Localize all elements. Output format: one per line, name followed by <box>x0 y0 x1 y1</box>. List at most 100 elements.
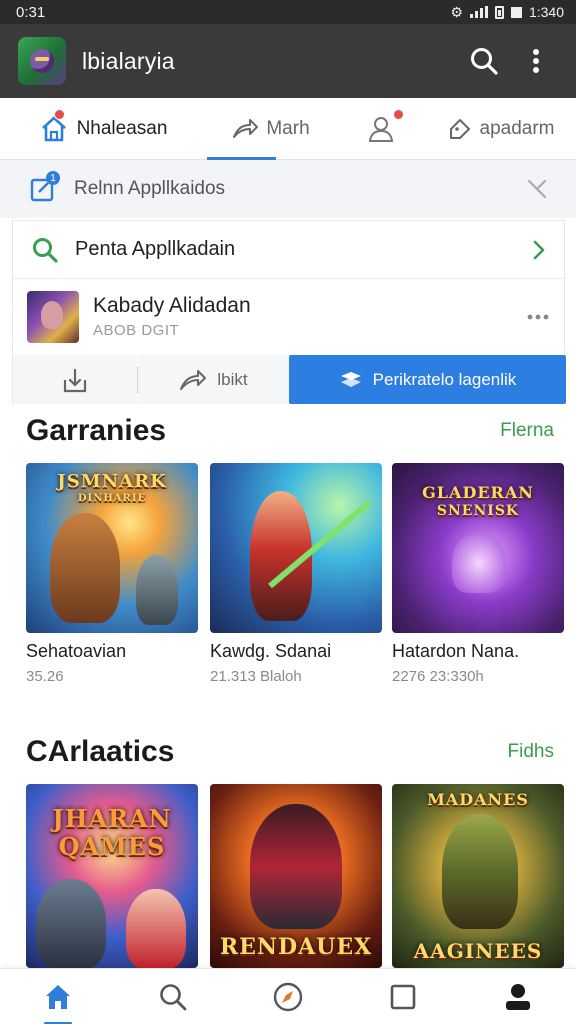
tab-tags-label: apadarm <box>479 117 555 139</box>
game-logo-icon[interactable] <box>18 37 66 85</box>
tile-character <box>250 804 342 929</box>
tab-share[interactable]: Marh <box>206 98 336 160</box>
tile-art-title: JSMNARK <box>57 471 167 492</box>
tab-home-label: Nhaleasan <box>76 117 168 139</box>
overflow-menu-button[interactable] <box>514 39 558 83</box>
home-icon <box>41 116 66 141</box>
download-button[interactable] <box>13 355 137 404</box>
search-apps-label: Penta Appllkadain <box>75 238 236 260</box>
tile-art-subtitle: DINHARIE <box>77 493 147 504</box>
game-subtitle: ABOB DGIT <box>93 322 180 339</box>
download-icon <box>63 368 87 392</box>
profile-icon <box>368 116 394 142</box>
status-indicators: ⚙ 1:340 <box>450 4 564 21</box>
tile-character <box>136 555 178 625</box>
notification-badge <box>393 108 404 120</box>
nav-search[interactable] <box>143 969 203 1024</box>
square-icon <box>390 984 416 1009</box>
app-bar: lbialaryia <box>0 24 576 98</box>
share-button-label: lbikt <box>217 369 248 389</box>
tile-art-title: RENDAUEX <box>219 934 373 960</box>
game-controller-icon <box>340 371 361 387</box>
tile-meta: 35.26 <box>26 668 64 685</box>
notification-icon <box>510 6 522 18</box>
tile-art-title: GLADERAN <box>422 483 534 502</box>
tile-name: Sehatoavian <box>26 641 127 661</box>
bottom-navigation <box>0 968 576 1024</box>
compass-icon <box>273 982 303 1011</box>
tile-character <box>50 513 120 623</box>
tile-character <box>442 814 518 929</box>
tile-character <box>36 879 106 968</box>
status-bar: 0:31 ⚙ 1:340 <box>0 0 576 24</box>
primary-action-label: Perikratelo lagenlik <box>372 369 517 389</box>
section-title: Garranies <box>26 414 167 447</box>
section-see-more-link[interactable]: Fidhs <box>508 741 554 763</box>
tab-tags[interactable]: apadarm <box>426 98 576 160</box>
section-title: CArlaatics <box>26 735 175 768</box>
edit-square-icon: 1 <box>28 171 60 204</box>
search-icon <box>159 983 187 1010</box>
tile-name: Kawdg. Sdanai <box>210 641 332 661</box>
game-name: Kabady Alidadan <box>93 294 251 317</box>
game-tile[interactable]: JSMNARK DINHARIE <box>26 463 198 633</box>
tile-character <box>126 889 186 968</box>
sync-icon: ⚙ <box>450 3 463 20</box>
signal-icon <box>469 6 488 18</box>
app-title: lbialaryia <box>82 47 175 74</box>
recent-badge: 1 <box>46 171 60 185</box>
game-thumbnail <box>27 290 79 343</box>
tile-art-subtitle: SNENISK <box>436 503 520 519</box>
search-button[interactable] <box>462 39 506 83</box>
tile-caption: Hatardon Nana. 2276 23:330h <box>392 641 568 685</box>
recent-apps-label: Relnn Appllkaidos <box>74 178 226 199</box>
search-icon <box>33 237 58 263</box>
profile-icon <box>506 983 531 1010</box>
search-icon <box>471 48 498 75</box>
nav-home[interactable] <box>28 969 88 1024</box>
tile-art-title: JHARAN <box>52 804 172 833</box>
share-button[interactable]: lbikt <box>138 355 289 404</box>
tile-caption: Kawdg. Sdanai 21.313 Blaloh <box>210 641 386 685</box>
more-horizontal-icon[interactable] <box>526 313 550 321</box>
tile-art-subtitle: QAMES <box>58 832 166 861</box>
tag-icon <box>449 118 470 139</box>
tile-caption: Sehatoavian 35.26 <box>26 641 202 685</box>
game-tile[interactable]: RENDAUEX <box>210 784 382 968</box>
nav-library[interactable] <box>373 969 433 1024</box>
home-icon <box>45 984 70 1009</box>
notification-badge <box>54 108 65 120</box>
status-clock: 1:340 <box>528 4 564 20</box>
primary-action-button[interactable]: Perikratelo lagenlik <box>289 355 566 404</box>
top-tabs: Nhaleasan Marh apadarm <box>0 98 576 160</box>
section-header: CArlaatics Fidhs <box>26 735 554 769</box>
tile-art-subtitle: AAGINEES <box>413 939 543 963</box>
tile-art-title: MADANES <box>427 790 529 809</box>
game-tile[interactable]: MADANES AAGINEES <box>392 784 564 968</box>
section-see-more-link[interactable]: Flerna <box>500 420 554 442</box>
tab-profile[interactable] <box>336 98 426 160</box>
nav-profile[interactable] <box>488 969 548 1024</box>
battery-icon <box>494 5 504 19</box>
game-tile[interactable]: GLADERAN SNENISK <box>392 463 564 633</box>
game-tile[interactable] <box>210 463 382 633</box>
recent-apps-row[interactable]: 1 Relnn Appllkaidos <box>0 160 576 218</box>
tab-home[interactable]: Nhaleasan <box>0 98 206 160</box>
section-header: Garranies Flerna <box>26 414 554 448</box>
game-row[interactable]: Kabady Alidadan ABOB DGIT <box>13 279 564 354</box>
tile-meta: 21.313 Blaloh <box>210 668 302 685</box>
tile-character <box>452 533 506 593</box>
share-icon <box>233 118 259 138</box>
app-card: Penta Appllkadain Kabady Alidadan ABOB D… <box>12 220 566 404</box>
nav-explore[interactable] <box>258 969 318 1024</box>
close-icon[interactable] <box>526 178 548 200</box>
search-apps-row[interactable]: Penta Appllkadain <box>13 221 564 279</box>
card-actions: lbikt Perikratelo lagenlik <box>13 355 566 404</box>
tab-share-label: Marh <box>266 117 310 139</box>
game-tile[interactable]: JHARAN QAMES <box>26 784 198 968</box>
chevron-right-icon <box>533 240 545 259</box>
tile-name: Hatardon Nana. <box>392 641 520 661</box>
tile-meta: 2276 23:330h <box>392 668 484 685</box>
share-icon <box>180 369 207 390</box>
more-vertical-icon <box>533 49 539 73</box>
